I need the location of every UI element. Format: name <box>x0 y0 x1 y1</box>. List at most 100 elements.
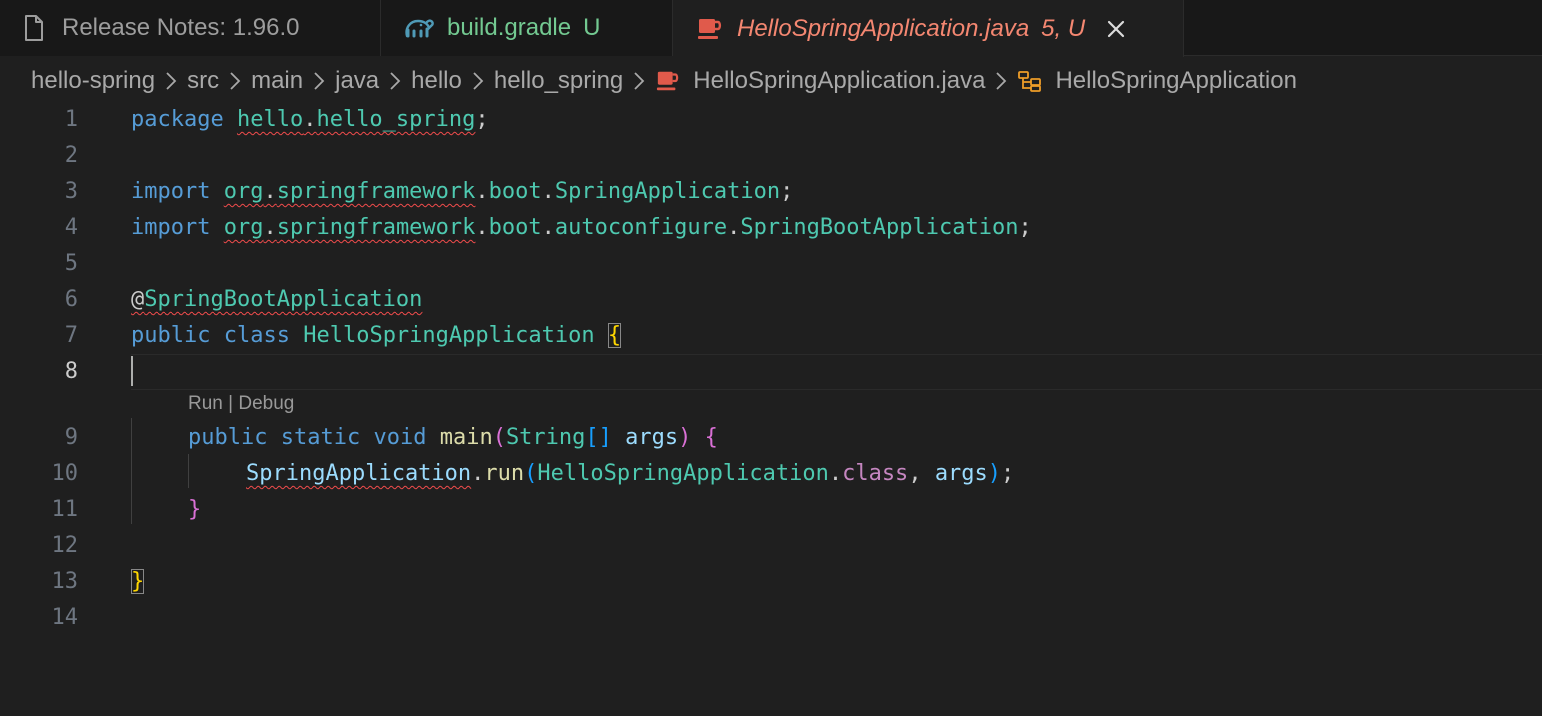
package-name: org <box>223 215 264 240</box>
line-number: 14 <box>51 605 79 630</box>
line-number: 11 <box>51 497 79 522</box>
line-number: 1 <box>64 107 78 132</box>
codelens: Run | Debug <box>188 392 294 416</box>
chevron-right-icon <box>472 71 484 91</box>
keyword: public <box>131 323 211 348</box>
class-reference: HelloSpringApplication <box>537 461 829 486</box>
breadcrumb-item-file[interactable]: HelloSpringApplication.java <box>693 67 985 95</box>
matched-brace: { <box>607 323 622 348</box>
codelens-run[interactable]: Run <box>188 393 223 414</box>
chevron-right-icon <box>229 71 241 91</box>
keyword: void <box>373 425 427 450</box>
breadcrumb-item-main[interactable]: main <box>251 67 303 95</box>
punctuation: . <box>263 179 277 204</box>
type-name: SpringApplication <box>554 179 781 204</box>
chevron-right-icon <box>389 71 401 91</box>
line-number: 5 <box>64 251 78 276</box>
code-line-5: 5 <box>0 246 1542 282</box>
code-line-7: 7 public class HelloSpringApplication { <box>0 318 1542 354</box>
code-line-11: 11 } <box>0 492 1542 528</box>
punctuation: ; <box>1018 215 1032 240</box>
tab-build-gradle[interactable]: build.gradle U <box>381 0 673 56</box>
breadcrumb-item-java[interactable]: java <box>335 67 379 95</box>
breadcrumb-item-class[interactable]: HelloSpringApplication <box>1055 67 1296 95</box>
tab-label: build.gradle <box>447 14 572 41</box>
chevron-right-icon <box>165 71 177 91</box>
punctuation: . <box>471 461 485 486</box>
paren: ) <box>987 461 1002 486</box>
variable: args <box>934 461 988 486</box>
line-number: 12 <box>51 533 79 558</box>
code-line-10: 10 SpringApplication.run(HelloSpringAppl… <box>0 456 1542 492</box>
annotation-name: SpringBootApplication <box>144 287 423 312</box>
breadcrumb-item-hello-spring-pkg[interactable]: hello_spring <box>494 67 623 95</box>
line-number: 10 <box>51 461 79 486</box>
annotation-at: @ <box>131 287 145 312</box>
package-name: autoconfigure <box>554 215 728 240</box>
java-cup-icon <box>695 16 725 42</box>
code-line-8: 8 <box>0 354 1542 390</box>
code-editor[interactable]: 1 package hello.hello_spring; 2 3 import… <box>0 102 1542 716</box>
breadcrumb-item-src[interactable]: src <box>187 67 219 95</box>
chevron-right-icon <box>633 71 645 91</box>
class-name: HelloSpringApplication <box>303 323 595 348</box>
type-name: String <box>505 425 586 450</box>
paren: ( <box>524 461 538 486</box>
breadcrumb-item-hello-spring[interactable]: hello-spring <box>31 67 155 95</box>
code-line-14: 14 <box>0 600 1542 636</box>
package-name: springframework <box>276 179 476 204</box>
punctuation: ; <box>475 107 489 132</box>
line-number: 7 <box>64 323 78 348</box>
editor-tab-bar: Release Notes: 1.96.0 build.gradle U Hel… <box>0 0 1542 57</box>
punctuation: ; <box>780 179 794 204</box>
code-line-3: 3 import org.springframework.boot.Spring… <box>0 174 1542 210</box>
breadcrumb: hello-spring src main java hello hello_s… <box>31 60 1297 102</box>
brace: { <box>704 425 718 450</box>
line-number: 13 <box>51 569 79 594</box>
keyword: class <box>842 461 909 486</box>
code-line-6: 6 @SpringBootApplication <box>0 282 1542 318</box>
line-number: 2 <box>64 143 78 168</box>
method-name: run <box>484 461 525 486</box>
punctuation: . <box>541 215 555 240</box>
package-name: hello_spring <box>316 107 476 132</box>
chevron-right-icon <box>313 71 325 91</box>
class-reference: SpringApplication <box>246 461 472 486</box>
close-icon[interactable] <box>1103 16 1129 42</box>
keyword: class <box>223 323 290 348</box>
code-line-2: 2 <box>0 138 1542 174</box>
keyword: static <box>280 425 361 450</box>
code-line-9: 9 public static void main(String[] args)… <box>0 420 1542 456</box>
tab-hello-spring-application[interactable]: HelloSpringApplication.java 5, U <box>673 0 1184 57</box>
symbol-class-icon <box>1017 69 1043 93</box>
package-name: boot <box>488 215 542 240</box>
java-cup-icon <box>655 69 681 93</box>
keyword: public <box>188 425 268 450</box>
line-number: 4 <box>64 215 78 240</box>
keyword: import <box>131 179 211 204</box>
code-line-13: 13 } <box>0 564 1542 600</box>
codelens-debug[interactable]: Debug <box>238 393 294 414</box>
package-name: springframework <box>276 215 476 240</box>
punctuation: . <box>541 179 555 204</box>
package-name: hello <box>236 107 304 132</box>
line-number: 6 <box>64 287 78 312</box>
punctuation: . <box>727 215 741 240</box>
tab-release-notes[interactable]: Release Notes: 1.96.0 <box>0 0 381 56</box>
line-number: 3 <box>64 179 78 204</box>
brace: } <box>188 497 202 522</box>
file-icon <box>22 15 46 41</box>
punctuation: . <box>475 215 489 240</box>
method-name: main <box>439 425 493 450</box>
parameter: args <box>625 425 679 450</box>
punctuation: . <box>303 107 317 132</box>
tab-label: HelloSpringApplication.java <box>737 14 1030 42</box>
package-name: boot <box>488 179 542 204</box>
line-number: 9 <box>64 425 78 450</box>
matched-brace: } <box>131 569 145 594</box>
chevron-right-icon <box>995 71 1007 91</box>
code-line-12: 12 <box>0 528 1542 564</box>
code-line-1: 1 package hello.hello_spring; <box>0 102 1542 138</box>
keyword: import <box>131 215 211 240</box>
breadcrumb-item-hello[interactable]: hello <box>411 67 462 95</box>
